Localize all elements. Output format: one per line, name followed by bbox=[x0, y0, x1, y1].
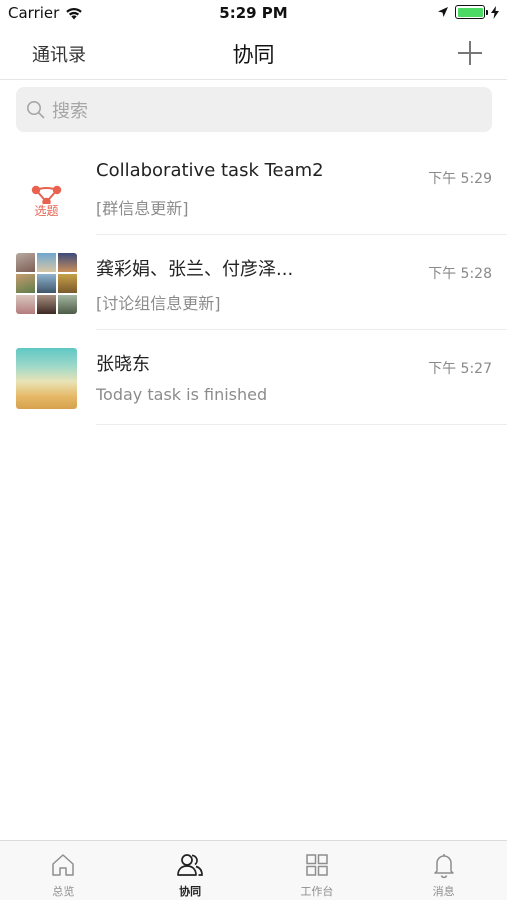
location-arrow-icon bbox=[438, 7, 448, 17]
avatar-tile bbox=[37, 295, 56, 314]
conversation-item[interactable]: 龚彩娟、张兰、付彦泽... [讨论组信息更新] 下午 5:28 bbox=[0, 235, 507, 330]
conversation-list: 选题 Collaborative task Team2 [群信息更新] 下午 5… bbox=[0, 140, 507, 425]
conversation-time: 下午 5:27 bbox=[428, 361, 492, 377]
conversation-item[interactable]: 选题 Collaborative task Team2 [群信息更新] 下午 5… bbox=[0, 140, 507, 235]
battery-icon bbox=[455, 5, 488, 19]
photo-grid-avatar bbox=[16, 253, 77, 314]
photo-avatar bbox=[16, 348, 77, 409]
divider bbox=[96, 424, 507, 425]
conversation-time: 下午 5:28 bbox=[428, 266, 492, 282]
conversation-name: 龚彩娟、张兰、付彦泽... bbox=[96, 259, 294, 280]
tab-label: 协同 bbox=[179, 885, 202, 898]
avatar-tile bbox=[58, 295, 77, 314]
group-avatar: 选题 bbox=[16, 158, 77, 219]
tab-overview[interactable]: 总览 bbox=[0, 841, 127, 900]
bell-icon bbox=[433, 854, 454, 879]
conversation-time: 下午 5:29 bbox=[428, 171, 492, 187]
people-icon bbox=[177, 854, 203, 876]
search-input[interactable]: 搜索 bbox=[16, 87, 492, 132]
tab-messages[interactable]: 消息 bbox=[380, 841, 507, 900]
charging-bolt-icon bbox=[491, 5, 499, 19]
status-bar: Carrier 5:29 PM bbox=[0, 0, 507, 28]
conversation-preview: [讨论组信息更新] bbox=[96, 294, 221, 313]
conversation-preview: [群信息更新] bbox=[96, 199, 189, 218]
avatar-tile bbox=[16, 274, 35, 293]
group-icon bbox=[31, 185, 62, 204]
status-right bbox=[437, 5, 499, 19]
conversation-name: Collaborative task Team2 bbox=[96, 160, 324, 181]
tab-workbench[interactable]: 工作台 bbox=[254, 841, 381, 900]
status-time: 5:29 PM bbox=[219, 4, 288, 22]
page-title: 协同 bbox=[232, 43, 275, 67]
search-icon bbox=[27, 100, 45, 119]
conversation-name: 张晓东 bbox=[96, 354, 150, 375]
avatar-tile bbox=[16, 295, 35, 314]
avatar-tile bbox=[58, 253, 77, 272]
nav-bar: 通讯录 协同 bbox=[0, 28, 507, 80]
grid-icon bbox=[306, 854, 328, 876]
tab-label: 消息 bbox=[432, 885, 455, 898]
avatar-tile bbox=[37, 274, 56, 293]
search-placeholder: 搜索 bbox=[52, 100, 88, 122]
conversation-item[interactable]: 张晓东 Today task is finished 下午 5:27 bbox=[0, 330, 507, 425]
group-avatar-label: 选题 bbox=[34, 204, 59, 218]
tab-bar: 总览 协同 工作台 消息 bbox=[0, 840, 507, 900]
tab-collaboration[interactable]: 协同 bbox=[127, 841, 254, 900]
tab-label: 总览 bbox=[52, 885, 75, 898]
plus-icon[interactable] bbox=[457, 40, 483, 66]
tab-label: 工作台 bbox=[300, 885, 334, 898]
home-icon bbox=[52, 854, 75, 876]
battery-level bbox=[457, 7, 483, 17]
avatar-tile bbox=[58, 274, 77, 293]
conversation-preview: Today task is finished bbox=[96, 385, 268, 404]
avatar-tile bbox=[16, 253, 35, 272]
avatar-tile bbox=[37, 253, 56, 272]
